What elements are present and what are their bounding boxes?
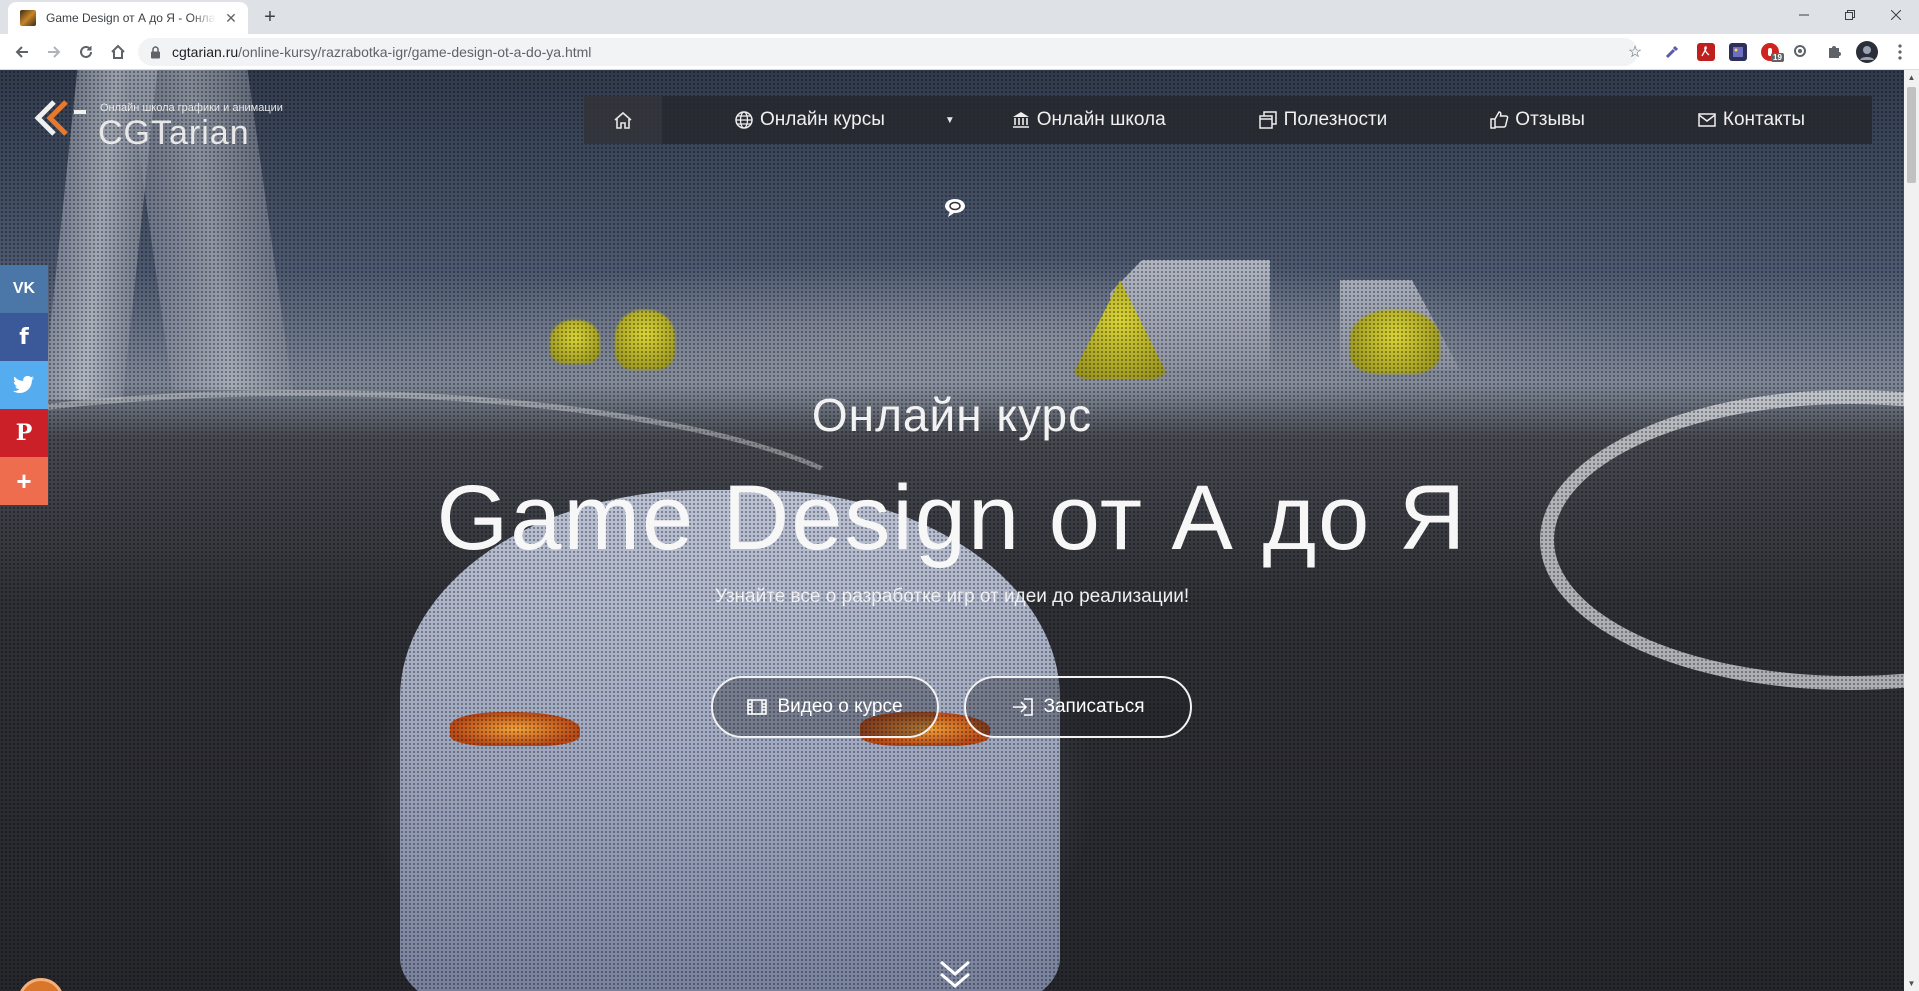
pdf-extension-icon[interactable]: [1697, 43, 1715, 61]
browser-tabstrip: Game Design от А до Я - Онлайн курс ✕ +: [0, 0, 1919, 34]
sign-in-icon: [1012, 698, 1033, 716]
logo-name: CGTarian: [98, 114, 250, 152]
address-bar[interactable]: cgtarian.ru/online-kursy/razrabotka-igr/…: [138, 38, 1638, 66]
nav-item-resources[interactable]: Полезности: [1258, 96, 1388, 144]
hero-description: Узнайте все о разработке игр от идеи до …: [714, 586, 1190, 607]
browser-tab[interactable]: Game Design от А до Я - Онлайн курс ✕: [8, 2, 248, 34]
nav-label-resources: Полезности: [1283, 109, 1388, 130]
hero-title: Game Design от А до Я: [436, 467, 1468, 569]
close-window-icon[interactable]: [1873, 0, 1919, 30]
url-text: cgtarian.ru/online-kursy/razrabotka-igr/…: [172, 44, 591, 60]
video-about-course-button[interactable]: Видео о курсе: [711, 676, 939, 738]
thumbs-up-icon: [1490, 111, 1509, 129]
chevron-down-icon[interactable]: ▼: [945, 115, 955, 126]
nav-label-reviews: Отзывы: [1515, 109, 1585, 130]
enroll-button[interactable]: Записаться: [964, 676, 1192, 738]
share-facebook-button[interactable]: f: [0, 313, 48, 361]
nav-label-courses: Онлайн курсы: [760, 109, 885, 130]
restore-icon[interactable]: [1827, 0, 1873, 30]
nav-item-school[interactable]: Онлайн школа: [1011, 96, 1166, 144]
page-scrollbar[interactable]: ▲ ▼: [1904, 70, 1919, 991]
video-button-label: Видео о курсе: [777, 696, 903, 717]
site-favicon-icon: [20, 10, 36, 26]
lock-icon: [150, 45, 162, 58]
nav-label-school: Онлайн школа: [1036, 109, 1166, 130]
nav-item-reviews[interactable]: Отзывы: [1489, 96, 1585, 144]
logo-tagline: Онлайн школа графики и анимации: [100, 102, 283, 114]
chat-bubble-icon[interactable]: [944, 198, 966, 218]
bookmark-star-icon[interactable]: ☆: [1624, 41, 1646, 63]
search-extension-icon[interactable]: [1792, 43, 1810, 61]
menu-kebab-icon[interactable]: [1891, 43, 1909, 61]
page-hero: Онлайн школа графики и анимации CGTarian…: [0, 70, 1904, 991]
chevron-double-down-icon[interactable]: [937, 956, 973, 991]
nav-item-courses[interactable]: Онлайн курсы: [734, 96, 885, 144]
eyedropper-extension-icon[interactable]: [1663, 43, 1681, 61]
url-domain: cgtarian.ru: [172, 44, 239, 60]
profile-avatar-icon[interactable]: [1856, 41, 1878, 63]
nav-home[interactable]: [584, 96, 662, 144]
film-icon: [747, 699, 768, 715]
nav-item-contacts[interactable]: Контакты: [1697, 96, 1805, 144]
globe-icon: [735, 111, 753, 129]
scroll-down-icon[interactable]: ▼: [1904, 976, 1919, 991]
envelope-icon: [1698, 113, 1716, 127]
hero-subtitle: Онлайн курс: [811, 389, 1093, 441]
puzzle-extensions-icon[interactable]: [1825, 43, 1843, 61]
close-tab-icon[interactable]: ✕: [222, 9, 240, 27]
image-extension-icon[interactable]: [1729, 43, 1747, 61]
extension-badge: 19: [1771, 53, 1784, 62]
tab-title: Game Design от А до Я - Онлайн курс: [46, 11, 216, 25]
main-navigation: Онлайн курсы ▼ Онлайн школа Полезности О…: [584, 96, 1872, 144]
institution-icon: [1012, 112, 1029, 128]
reload-icon[interactable]: [74, 40, 98, 64]
home-icon: [614, 111, 632, 129]
browser-toolbar: cgtarian.ru/online-kursy/razrabotka-igr/…: [0, 34, 1919, 70]
url-path: /online-kursy/razrabotka-igr/game-design…: [238, 44, 592, 60]
site-logo[interactable]: Онлайн школа графики и анимации CGTarian: [34, 94, 284, 152]
adblock-extension-icon[interactable]: 19: [1761, 43, 1784, 62]
enroll-button-label: Записаться: [1043, 696, 1145, 717]
home-icon[interactable]: [106, 40, 130, 64]
scroll-up-icon[interactable]: ▲: [1904, 70, 1919, 85]
minimize-icon[interactable]: [1781, 0, 1827, 30]
share-vk-button[interactable]: VK: [0, 265, 48, 313]
logo-mark-icon: [34, 100, 86, 136]
window-controls: [1781, 0, 1919, 30]
files-icon: [1258, 111, 1277, 129]
nav-label-contacts: Контакты: [1722, 109, 1805, 130]
back-icon[interactable]: [10, 40, 34, 64]
scroll-thumb[interactable]: [1907, 87, 1916, 183]
forward-icon[interactable]: [42, 40, 66, 64]
new-tab-button[interactable]: +: [258, 5, 282, 29]
